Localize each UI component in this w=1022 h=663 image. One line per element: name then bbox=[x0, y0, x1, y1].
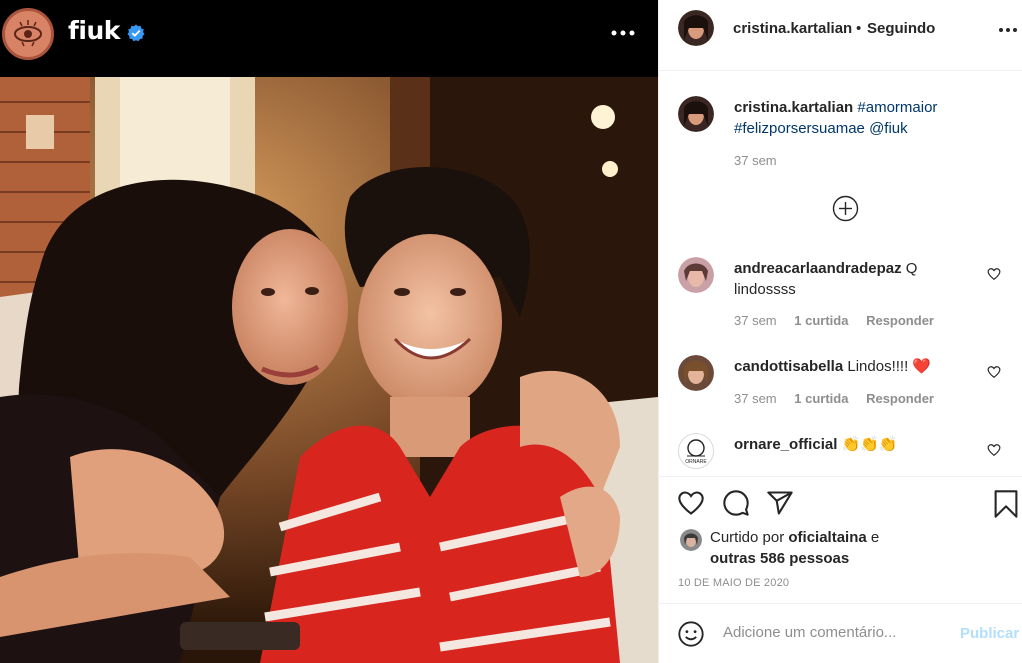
post-owner-bar: fiuk bbox=[0, 0, 658, 72]
commenter-avatar[interactable]: ORNARE bbox=[678, 433, 714, 469]
reply-button[interactable]: Responder bbox=[866, 313, 934, 328]
post-photo[interactable] bbox=[0, 77, 658, 663]
like-comment-heart-icon[interactable] bbox=[987, 267, 1001, 281]
post-details-panel: cristina.kartalian • Seguindo cristina.k… bbox=[659, 0, 1022, 663]
comment-username[interactable]: andreacarlaandradepaz bbox=[734, 260, 902, 277]
actions-divider bbox=[659, 476, 1022, 477]
comment-username[interactable]: candottisabella bbox=[734, 358, 843, 375]
comment-text: andreacarlaandradepaz Q lindossss bbox=[734, 258, 954, 300]
comment-likes[interactable]: 1 curtida bbox=[794, 313, 848, 328]
comment-bubble-icon[interactable] bbox=[722, 489, 750, 517]
likes-summary: Curtido por oficialtaina e outras 586 pe… bbox=[710, 527, 930, 569]
emoji-smiley-icon[interactable] bbox=[677, 620, 705, 648]
author-username[interactable]: cristina.kartalian bbox=[733, 20, 852, 37]
load-more-comments-icon[interactable] bbox=[832, 195, 859, 222]
liker-avatar[interactable] bbox=[680, 529, 702, 551]
comment-body: Lindos!!!! ❤️ bbox=[847, 358, 932, 375]
publish-button[interactable]: Publicar bbox=[960, 625, 1019, 642]
commenter-avatar[interactable] bbox=[678, 355, 714, 391]
more-options-icon[interactable] bbox=[998, 22, 1018, 38]
post-header: cristina.kartalian • Seguindo bbox=[659, 0, 1022, 70]
comment-box-divider bbox=[659, 603, 1022, 604]
comment-text: candottisabella Lindos!!!! ❤️ bbox=[734, 356, 974, 377]
comment-username[interactable]: ornare_official bbox=[734, 436, 837, 453]
hashtag-link[interactable]: #amormaior bbox=[857, 99, 937, 116]
comment-body: Q bbox=[905, 260, 918, 277]
comment-meta: 37 sem 1 curtida Responder bbox=[734, 391, 934, 406]
author-avatar[interactable] bbox=[678, 10, 714, 46]
like-comment-heart-icon[interactable] bbox=[987, 365, 1001, 379]
verified-badge-icon bbox=[127, 24, 145, 42]
comment-body: 👏👏👏 bbox=[841, 436, 898, 453]
comment-time[interactable]: 37 sem bbox=[734, 391, 777, 406]
like-heart-icon[interactable] bbox=[677, 489, 705, 517]
post-image-panel: fiuk bbox=[0, 0, 658, 663]
ornare-logo-text: ORNARE bbox=[685, 459, 707, 465]
follow-status-button[interactable]: Seguindo bbox=[867, 20, 935, 37]
caption-avatar[interactable] bbox=[678, 96, 714, 132]
comment-time[interactable]: 37 sem bbox=[734, 313, 777, 328]
post-owner-avatar[interactable] bbox=[2, 8, 54, 60]
comment-body: lindossss bbox=[734, 281, 796, 298]
eye-logo-icon bbox=[14, 20, 42, 47]
comment-input[interactable]: Adicione um comentário... bbox=[723, 624, 896, 641]
caption-username[interactable]: cristina.kartalian bbox=[734, 99, 853, 116]
hashtag-link[interactable]: #felizporsersuamae bbox=[734, 120, 865, 137]
liker-username[interactable]: oficialtaina bbox=[788, 529, 866, 546]
commenter-avatar[interactable] bbox=[678, 257, 714, 293]
comment-likes[interactable]: 1 curtida bbox=[794, 391, 848, 406]
reply-button[interactable]: Responder bbox=[866, 391, 934, 406]
others-likes-link[interactable]: outras 586 pessoas bbox=[710, 550, 849, 567]
caption-text: cristina.kartalian #amormaior #felizpors… bbox=[734, 97, 994, 139]
likes-prefix: Curtido por bbox=[710, 529, 785, 546]
post-date[interactable]: 10 DE MAIO DE 2020 bbox=[678, 577, 789, 589]
separator-dot: • bbox=[856, 20, 862, 37]
save-bookmark-icon[interactable] bbox=[993, 489, 1019, 519]
header-divider bbox=[659, 70, 1022, 71]
comment-meta: 37 sem 1 curtida Responder bbox=[734, 313, 934, 328]
mention-link[interactable]: @fiuk bbox=[869, 120, 908, 137]
caption-time[interactable]: 37 sem bbox=[734, 153, 777, 168]
share-send-icon[interactable] bbox=[766, 489, 794, 517]
post-owner-username[interactable]: fiuk bbox=[68, 16, 120, 45]
comment-text: ornare_official 👏👏👏 bbox=[734, 434, 974, 455]
like-comment-heart-icon[interactable] bbox=[987, 443, 1001, 457]
likes-connector: e bbox=[870, 529, 880, 546]
more-options-icon[interactable] bbox=[608, 25, 638, 41]
